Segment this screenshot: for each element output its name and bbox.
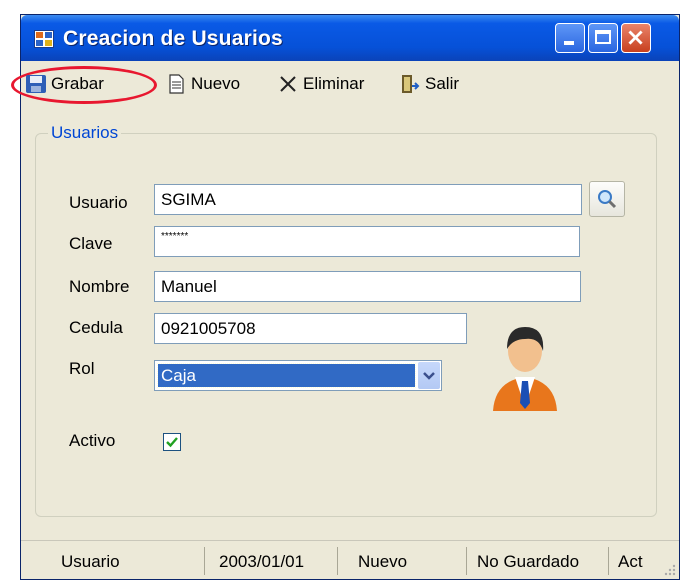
maximize-button[interactable] bbox=[588, 23, 618, 53]
activo-label: Activo bbox=[69, 431, 116, 450]
rol-selected-value: Caja bbox=[157, 363, 416, 388]
chevron-down-icon bbox=[423, 372, 435, 380]
minimize-button[interactable] bbox=[555, 23, 585, 53]
clave-label: Clave bbox=[69, 234, 113, 253]
salir-label: Salir bbox=[425, 74, 460, 93]
maximize-icon bbox=[595, 30, 611, 44]
status-divider bbox=[337, 547, 338, 575]
status-divider bbox=[466, 547, 467, 575]
nombre-label: Nombre bbox=[69, 277, 130, 296]
rol-dropdown-button[interactable] bbox=[418, 362, 440, 389]
rol-label: Rol bbox=[69, 359, 95, 378]
user-avatar-icon bbox=[493, 327, 557, 411]
status-usuario: Usuario bbox=[61, 552, 120, 571]
salir-button[interactable]: Salir bbox=[399, 73, 459, 95]
group-title: Usuarios bbox=[48, 123, 122, 143]
rol-select[interactable]: Caja bbox=[154, 360, 442, 391]
search-icon bbox=[598, 190, 617, 209]
eliminar-button[interactable]: Eliminar bbox=[277, 73, 364, 95]
cedula-input[interactable]: 0921005708 bbox=[154, 313, 467, 344]
nuevo-label: Nuevo bbox=[191, 74, 241, 93]
cedula-label: Cedula bbox=[69, 318, 123, 337]
window-title: Creacion de Usuarios bbox=[63, 27, 283, 50]
toolbar: Grabar Nuevo Eliminar Salir bbox=[11, 61, 679, 104]
grabar-button[interactable]: Grabar bbox=[11, 66, 157, 104]
resize-grip-icon[interactable] bbox=[663, 563, 677, 577]
status-divider bbox=[204, 547, 205, 575]
new-document-icon bbox=[169, 74, 184, 94]
delete-x-icon bbox=[280, 76, 296, 92]
activo-checkbox[interactable] bbox=[163, 433, 181, 451]
save-floppy-icon bbox=[26, 75, 46, 93]
checkmark-icon bbox=[166, 437, 178, 448]
usuario-label: Usuario bbox=[69, 193, 128, 212]
status-saved: No Guardado bbox=[477, 552, 580, 571]
close-button[interactable] bbox=[621, 23, 651, 53]
usuario-input[interactable]: SGIMA bbox=[154, 184, 582, 215]
exit-door-icon bbox=[402, 75, 420, 93]
title-bar[interactable]: Creacion de Usuarios bbox=[21, 15, 679, 61]
eliminar-label: Eliminar bbox=[303, 74, 365, 93]
nombre-input[interactable]: Manuel bbox=[154, 271, 581, 302]
nuevo-button[interactable]: Nuevo bbox=[165, 73, 240, 95]
minimize-icon bbox=[564, 41, 574, 45]
status-date: 2003/01/01 bbox=[219, 552, 305, 571]
status-divider bbox=[608, 547, 609, 575]
app-icon bbox=[34, 30, 54, 48]
search-button[interactable] bbox=[589, 181, 625, 217]
status-active: Act bbox=[618, 552, 643, 571]
clave-input[interactable]: ******* bbox=[154, 226, 580, 257]
status-mode: Nuevo bbox=[358, 552, 408, 571]
close-icon bbox=[628, 30, 643, 45]
status-bar: Usuario 2003/01/01 Nuevo No Guardado Act bbox=[21, 540, 679, 579]
user-creation-window: Creacion de Usuarios Grabar Nuevo Elimin… bbox=[11, 14, 680, 580]
